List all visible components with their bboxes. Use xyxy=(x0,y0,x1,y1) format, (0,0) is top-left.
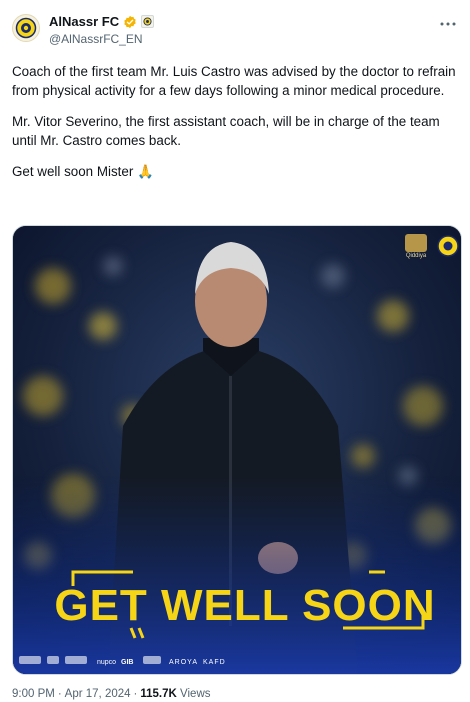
tweet-paragraph: Mr. Vitor Severino, the first assistant … xyxy=(12,114,440,148)
headline-text: GET WELL SOON xyxy=(54,581,435,630)
sponsor-label: AROYA xyxy=(169,659,198,666)
account-handle[interactable]: @AlNassrFC_EN xyxy=(49,32,143,46)
views-count: 115.7K xyxy=(140,688,177,700)
sponsor-label: KAFD xyxy=(203,659,226,666)
separator: · xyxy=(133,688,138,700)
club-crest-icon xyxy=(437,235,459,257)
bottom-gradient xyxy=(13,476,461,674)
separator: · xyxy=(57,688,62,700)
display-name[interactable]: AlNassr FC xyxy=(49,14,119,29)
qiddiya-label: Qiddiya xyxy=(406,253,427,259)
sponsor-label: nupco xyxy=(97,659,116,666)
affiliation-badge-icon[interactable] xyxy=(141,15,155,28)
tweet-media-image[interactable]: Qiddiya GET WELL SOON nupco GIB AROYA KA… xyxy=(12,225,462,675)
tweet-text: Coach of the first team Mr. Luis Castro … xyxy=(12,62,460,193)
views-label: Views xyxy=(180,688,211,700)
qiddiya-logo: Qiddiya xyxy=(405,234,427,259)
tweet-header: AlNassr FC @AlNassrFC_EN xyxy=(12,14,458,54)
tweet-card: AlNassr FC @AlNassrFC_EN Coach of the fi… xyxy=(0,0,470,702)
club-crest-icon xyxy=(15,17,37,39)
more-options-icon[interactable] xyxy=(438,14,458,34)
tweet-time[interactable]: 9:00 PM xyxy=(12,688,55,700)
sponsor-label: GIB xyxy=(121,659,133,666)
name-row: AlNassr FC xyxy=(49,14,155,29)
tweet-paragraph: Get well soon Mister 🙏 xyxy=(12,164,154,179)
tweet-meta: 9:00 PM · Apr 17, 2024 · 115.7K Views xyxy=(12,688,211,700)
avatar[interactable] xyxy=(12,14,40,42)
tweet-date[interactable]: Apr 17, 2024 xyxy=(65,688,131,700)
verified-badge-icon xyxy=(124,15,136,28)
tweet-paragraph: Coach of the first team Mr. Luis Castro … xyxy=(12,64,456,98)
